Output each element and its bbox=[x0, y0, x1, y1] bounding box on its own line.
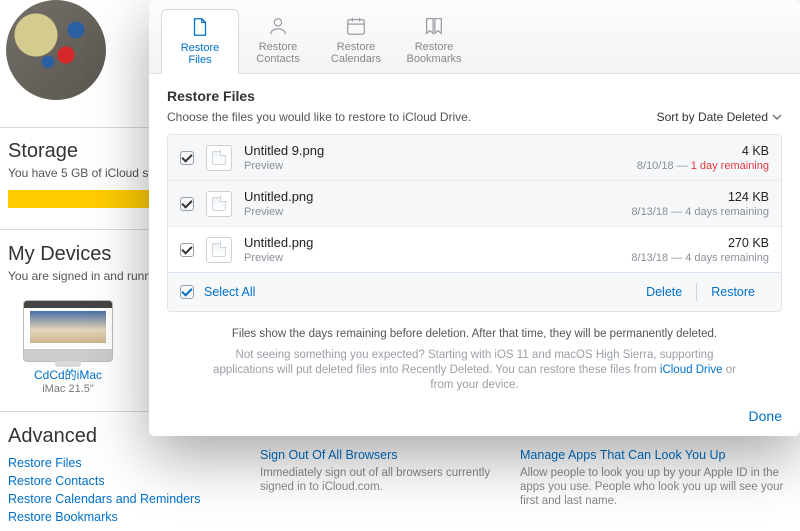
file-list: Untitled 9.png Preview 4 KB 8/10/18 — 1 … bbox=[167, 134, 782, 312]
file-date: 8/13/18 — 4 days remaining bbox=[631, 206, 769, 218]
chevron-down-icon bbox=[772, 112, 782, 122]
checkbox[interactable] bbox=[180, 197, 194, 211]
signout-desc: Immediately sign out of all browsers cur… bbox=[260, 466, 500, 494]
imac-icon bbox=[23, 300, 113, 362]
file-app: Preview bbox=[244, 252, 619, 264]
tab-label: Restore bbox=[244, 41, 312, 53]
file-size: 124 KB bbox=[631, 190, 769, 204]
device-model: iMac 21.5" bbox=[8, 383, 128, 395]
modal-tabs: Restore Files Restore Contacts Restore C… bbox=[149, 0, 800, 74]
tab-restore-calendars[interactable]: Restore Calendars bbox=[317, 8, 395, 73]
select-all-button[interactable]: Select All bbox=[204, 285, 255, 299]
tab-label: Contacts bbox=[244, 53, 312, 65]
file-size: 4 KB bbox=[637, 144, 769, 158]
tab-label: Calendars bbox=[322, 53, 390, 65]
file-date: 8/10/18 — 1 day remaining bbox=[637, 160, 769, 172]
lookup-desc: Allow people to look you up by your Appl… bbox=[520, 466, 790, 508]
file-thumbnail-icon bbox=[206, 237, 232, 263]
bookmark-icon bbox=[423, 15, 445, 37]
delete-button[interactable]: Delete bbox=[632, 281, 696, 303]
file-app: Preview bbox=[244, 160, 625, 172]
file-icon bbox=[189, 16, 211, 38]
lookup-heading[interactable]: Manage Apps That Can Look You Up bbox=[520, 448, 790, 462]
modal-content: Restore Files Choose the files you would… bbox=[149, 74, 800, 404]
icloud-drive-link[interactable]: iCloud Drive bbox=[660, 364, 723, 376]
file-row[interactable]: Untitled 9.png Preview 4 KB 8/10/18 — 1 … bbox=[168, 135, 781, 181]
sort-label: Sort by Date Deleted bbox=[657, 110, 768, 124]
device-item[interactable]: CdCd的iMac iMac 21.5" bbox=[8, 300, 128, 395]
device-name: CdCd的iMac bbox=[8, 366, 128, 383]
modal-heading: Restore Files bbox=[167, 88, 782, 104]
tab-restore-contacts[interactable]: Restore Contacts bbox=[239, 8, 317, 73]
footnote-primary: Files show the days remaining before del… bbox=[197, 326, 752, 342]
checkbox[interactable] bbox=[180, 243, 194, 257]
modal-subheading: Choose the files you would like to resto… bbox=[167, 110, 471, 124]
contact-icon bbox=[267, 15, 289, 37]
calendar-icon bbox=[345, 15, 367, 37]
select-all-checkbox[interactable] bbox=[180, 285, 194, 299]
avatar[interactable] bbox=[6, 0, 106, 100]
tab-label: Bookmarks bbox=[400, 53, 468, 65]
checkbox[interactable] bbox=[180, 151, 194, 165]
file-name: Untitled.png bbox=[244, 235, 619, 250]
footnote-secondary: Not seeing something you expected? Start… bbox=[207, 348, 742, 393]
signout-heading[interactable]: Sign Out Of All Browsers bbox=[260, 448, 500, 462]
tab-restore-files[interactable]: Restore Files bbox=[161, 9, 239, 74]
file-name: Untitled.png bbox=[244, 189, 619, 204]
file-date: 8/13/18 — 4 days remaining bbox=[631, 252, 769, 264]
list-toolbar: Select All Delete Restore bbox=[168, 273, 781, 311]
restore-modal: Restore Files Restore Contacts Restore C… bbox=[149, 0, 800, 436]
tab-label: Restore bbox=[166, 42, 234, 54]
file-size: 270 KB bbox=[631, 236, 769, 250]
tab-label: Files bbox=[166, 54, 234, 66]
file-name: Untitled 9.png bbox=[244, 143, 625, 158]
advanced-lookup-col: Manage Apps That Can Look You Up Allow p… bbox=[520, 448, 790, 508]
file-thumbnail-icon bbox=[206, 191, 232, 217]
tab-label: Restore bbox=[400, 41, 468, 53]
done-button[interactable]: Done bbox=[749, 408, 782, 424]
link-restore-bookmarks[interactable]: Restore Bookmarks bbox=[8, 508, 788, 526]
tab-label: Restore bbox=[322, 41, 390, 53]
file-app: Preview bbox=[244, 206, 619, 218]
file-row[interactable]: Untitled.png Preview 124 KB 8/13/18 — 4 … bbox=[168, 181, 781, 227]
file-row[interactable]: Untitled.png Preview 270 KB 8/13/18 — 4 … bbox=[168, 227, 781, 273]
advanced-signout-col: Sign Out Of All Browsers Immediately sig… bbox=[260, 448, 500, 494]
file-thumbnail-icon bbox=[206, 145, 232, 171]
sort-dropdown[interactable]: Sort by Date Deleted bbox=[657, 110, 782, 124]
tab-restore-bookmarks[interactable]: Restore Bookmarks bbox=[395, 8, 473, 73]
restore-button[interactable]: Restore bbox=[697, 281, 769, 303]
